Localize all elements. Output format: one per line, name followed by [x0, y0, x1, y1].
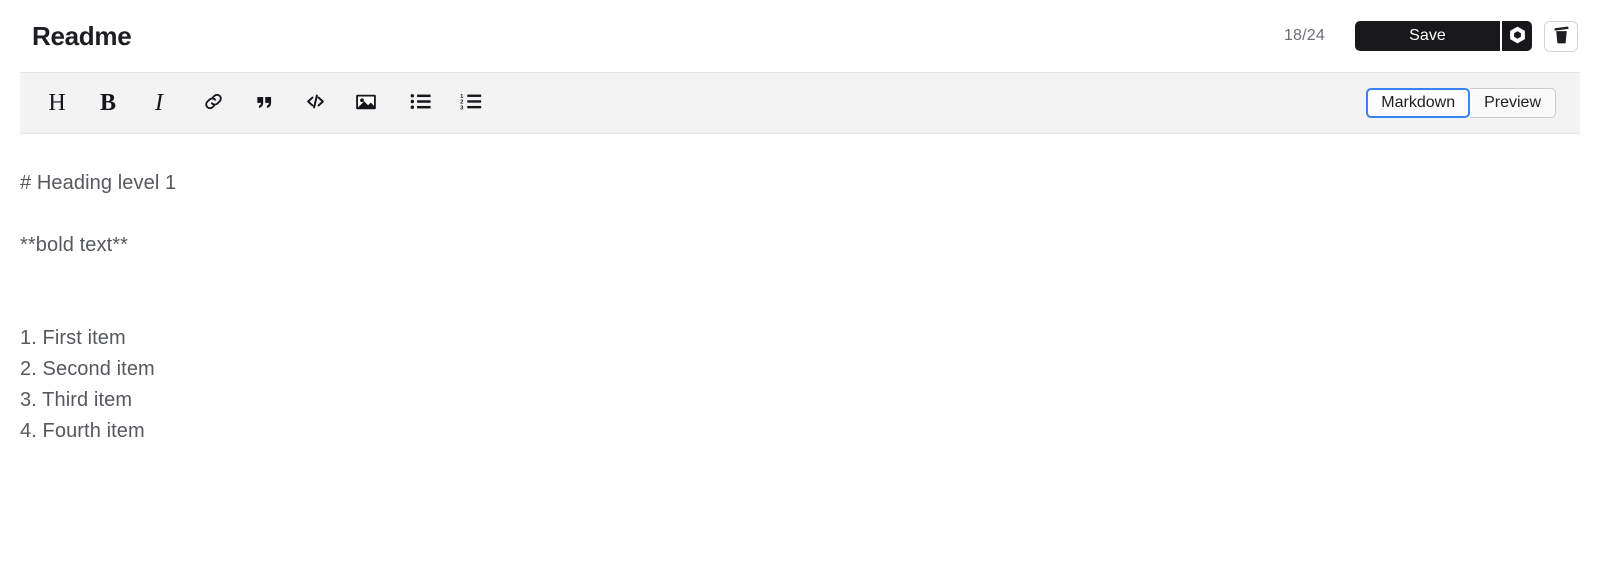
image-icon [355, 92, 377, 115]
tab-preview[interactable]: Preview [1470, 88, 1556, 118]
italic-tool-button[interactable]: I [142, 86, 176, 120]
image-tool-button[interactable] [349, 86, 383, 120]
view-mode-toggle: Markdown Preview [1366, 88, 1556, 118]
link-tool-button[interactable] [196, 86, 230, 120]
link-icon [203, 91, 224, 115]
code-tool-button[interactable] [298, 86, 332, 120]
svg-text:3: 3 [460, 105, 464, 111]
heading-tool-button[interactable]: H [40, 86, 74, 120]
bullet-list-icon [410, 92, 431, 114]
tab-markdown[interactable]: Markdown [1366, 88, 1471, 118]
hexagon-nut-icon [1509, 26, 1526, 47]
toolbar-container: H B I 1 2 3 Markdown Preview [0, 72, 1600, 134]
ordered-list-icon: 1 2 3 [460, 92, 482, 114]
bold-tool-button[interactable]: B [91, 86, 125, 120]
formatting-toolbar: H B I 1 2 3 Markdown Preview [20, 72, 1580, 134]
page-title: Readme [32, 21, 132, 51]
settings-button[interactable] [1500, 21, 1532, 51]
save-button[interactable]: Save [1355, 21, 1500, 51]
delete-button[interactable] [1544, 20, 1578, 52]
ordered-list-tool-button[interactable]: 1 2 3 [454, 86, 488, 120]
quote-icon [254, 92, 274, 115]
character-counter: 18/24 [1283, 27, 1325, 44]
quote-tool-button[interactable] [247, 86, 281, 120]
app-header: Readme 18/24 Save [0, 0, 1600, 72]
markdown-textarea[interactable]: # Heading level 1 **bold text** 1. First… [20, 168, 1580, 447]
code-icon [305, 91, 326, 115]
trash-icon [1553, 25, 1570, 47]
editor-area[interactable]: # Heading level 1 **bold text** 1. First… [0, 134, 1600, 571]
bullet-list-tool-button[interactable] [403, 86, 437, 120]
save-button-group: Save [1355, 21, 1532, 51]
